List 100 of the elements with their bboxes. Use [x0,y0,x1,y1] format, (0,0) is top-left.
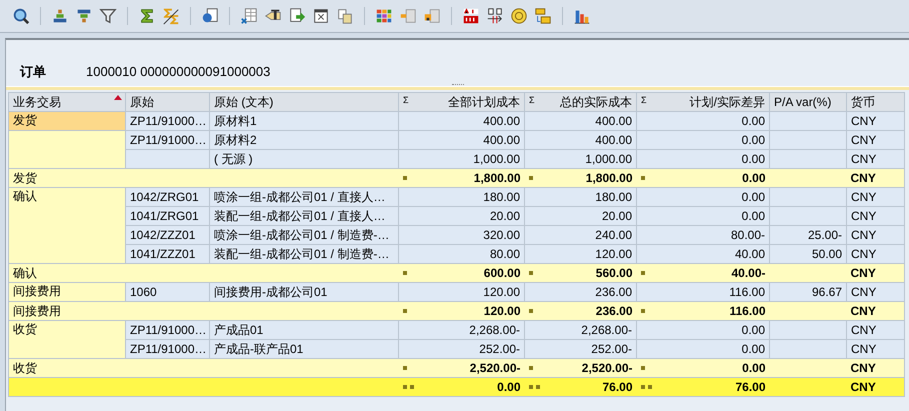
total-value: 40.00- [731,264,766,282]
table-cell: 1041/ZRG01 [126,206,210,226]
table-cell: CNY [846,340,904,358]
table-cell: ZP11/91000… [126,340,210,358]
table-cell: 20.00 [524,206,636,226]
total-value: 76.00 [735,378,766,396]
total-value: 1,800.00 [474,170,520,186]
sum-mark: Σ [403,94,409,106]
column-header[interactable]: 计划/实际差异 [690,94,765,110]
table-cell: 20.00 [398,206,524,226]
order-label: 订单 [20,62,47,80]
table-cell: ZP11/91000… [126,130,210,150]
table-cell: CNY [846,282,904,302]
total-marker-icon [528,271,532,275]
column-header[interactable]: 原始 (文本) [210,92,398,112]
total-value: 0.00 [742,360,766,376]
total-marker-icon [402,366,406,370]
table-cell: CNY [846,320,904,340]
total-marker-icon [402,309,406,313]
total-value: 116.00 [729,302,766,320]
total-marker-icon [640,385,652,389]
table-cell: ( 无源 ) [210,150,398,168]
table-cell: 252.00- [524,340,636,358]
total-marker-icon [640,176,644,180]
table-cell: 2,268.00- [398,320,524,340]
total-marker-icon [640,309,644,313]
table-cell: 间接费用-成都公司01 [210,282,398,302]
column-header[interactable]: 业务交易 [8,92,126,112]
transaction-cell[interactable]: 收货 [8,320,126,358]
table-cell: 0.00 [636,320,770,340]
table-cell: 80.00- [636,226,770,244]
transaction-cell[interactable]: 间接费用 [8,282,126,302]
table-cell: 320.00 [398,226,524,244]
total-currency: CNY [846,378,904,396]
total-value: 236.00 [596,302,632,320]
table-cell: 喷涂一组-成都公司01 / 直接人… [210,188,398,206]
table-cell: 1042/ZZZ01 [126,226,210,244]
subtotal-label: 收货 [8,358,398,378]
subtotal-label: 发货 [8,168,398,188]
table-cell: 产成品01 [210,320,398,340]
column-header[interactable]: 原始 [126,92,210,112]
total-marker-icon [640,366,644,370]
table-cell: CNY [846,206,904,226]
total-value: 120.00 [484,302,520,320]
table-cell: 120.00 [398,282,524,302]
table-cell: 25.00- [770,226,846,244]
table-cell: 40.00 [636,244,770,264]
total-marker-icon [402,385,414,389]
table-cell: 400.00 [398,130,524,150]
table-cell: CNY [846,244,904,264]
table-cell: 2,268.00- [524,320,636,340]
total-marker-icon [402,271,406,275]
total-currency: CNY [846,302,904,320]
sum-mark: Σ [529,94,535,106]
table-cell: 236.00 [524,282,636,302]
table-cell: 240.00 [524,226,636,244]
table-cell: 80.00 [398,244,524,264]
total-value: 600.00 [484,264,520,282]
table-cell: 原材料1 [210,112,398,130]
total-marker-icon [528,309,532,313]
column-header[interactable]: 总的实际成本 [560,94,632,110]
column-header[interactable]: 全部计划成本 [448,94,520,110]
table-cell: 0.00 [636,206,770,226]
total-value: 0.00 [742,170,766,186]
subtotal-label: 确认 [8,264,398,282]
table-cell: 400.00 [524,130,636,150]
table-cell: 400.00 [398,112,524,130]
total-marker-icon [528,366,532,370]
table-cell: 1,000.00 [398,150,524,168]
total-currency: CNY [846,358,904,378]
transaction-cell[interactable]: 确认 [8,188,126,264]
total-marker-icon [528,176,532,180]
subtotal-label: 间接费用 [8,302,398,320]
table-cell: 0.00 [636,150,770,168]
table-cell: CNY [846,226,904,244]
table-cell: ZP11/91000… [126,112,210,130]
order-number: 1000010 000000000091000003 [86,62,270,80]
table-cell: 400.00 [524,112,636,130]
sum-mark: Σ [641,94,647,106]
table-cell: 产成品-联产品01 [210,340,398,358]
total-value: 1,800.00 [586,170,632,186]
table-cell: 96.67 [770,282,846,302]
transaction-cell[interactable]: 发货 [8,112,126,130]
total-value: 0.00 [497,378,520,396]
table-cell: 0.00 [636,188,770,206]
table-cell: CNY [846,188,904,206]
total-value: 560.00 [596,264,632,282]
table-cell: ZP11/91000… [126,320,210,340]
table-cell: 装配一组-成都公司01 / 直接人… [210,206,398,226]
table-cell: 装配一组-成都公司01 / 制造费-… [210,244,398,264]
table-cell: 180.00 [398,188,524,206]
column-header[interactable]: 货币 [846,92,904,112]
table-cell: 1041/ZZZ01 [126,244,210,264]
table-cell: 50.00 [770,244,846,264]
total-value: 76.00 [602,378,632,396]
total-value: 2,520.00- [470,360,520,376]
column-header[interactable]: P/A var(%) [770,92,846,112]
table-cell: CNY [846,150,904,168]
table-cell: 252.00- [398,340,524,358]
total-value: 2,520.00- [582,360,632,376]
